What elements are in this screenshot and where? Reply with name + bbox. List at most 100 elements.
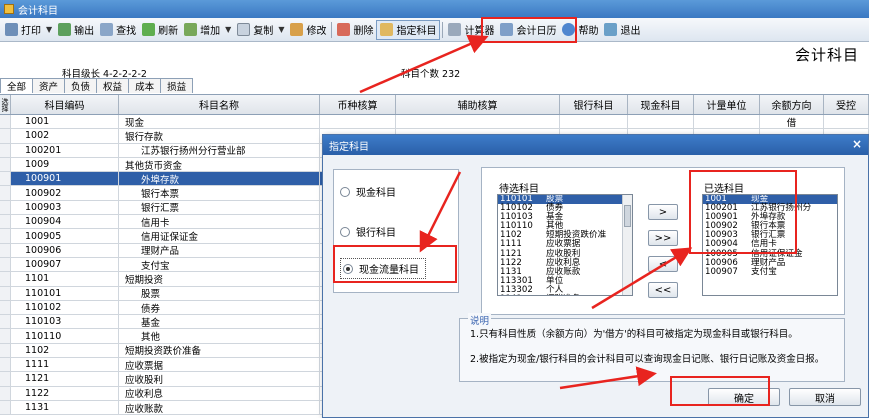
add-label: 增加 [200,26,221,37]
designate-icon [380,23,394,36]
row-select-cell[interactable] [0,343,11,358]
radio-circle [340,186,350,197]
row-select-cell[interactable] [0,157,11,172]
row-select-cell[interactable] [0,129,11,143]
radio-cash-subject[interactable]: 现金科目 [340,184,396,199]
cell-empty [628,115,694,129]
row-select-cell[interactable] [0,272,11,286]
row-select-cell[interactable] [0,372,11,386]
calendar-button[interactable]: 会计日历 [497,20,559,40]
row-select-cell[interactable] [0,115,11,129]
move-all-left-button[interactable]: << [648,282,678,298]
toolbar-divider [442,21,444,38]
find-label: 查找 [116,26,137,37]
radio-circle [340,226,350,237]
select-column-header: 选择 [0,95,11,114]
refresh-button[interactable]: 刷新 [139,20,181,40]
tab-assets[interactable]: 资产 [32,78,66,93]
help-button[interactable]: 帮助 [559,20,601,40]
row-select-cell[interactable] [0,400,11,415]
cell-code: 1002 [11,129,119,143]
tab-equity[interactable]: 权益 [96,78,130,93]
cell-name: 理财产品 [119,243,320,257]
header-currency[interactable]: 币种核算 [320,95,396,114]
tab-all[interactable]: 全部 [0,78,34,93]
add-dropdown-icon[interactable]: ▼ [225,25,231,34]
copy-button[interactable]: 复制 [234,20,276,40]
row-select-cell[interactable] [0,172,11,186]
header-name[interactable]: 科目名称 [119,95,320,114]
scroll-thumb[interactable] [624,205,631,227]
row-select-cell[interactable] [0,257,11,272]
selected-subject-list[interactable]: 1001 现金 100201 江苏银行扬州分 100901 外埠存款 100902 银行本票 1… [702,194,838,296]
header-auxiliary[interactable]: 辅助核算 [396,95,560,114]
cancel-button[interactable]: 取消 [789,388,861,406]
header-code[interactable]: 科目编码 [11,95,119,114]
list-item[interactable]: 1141 坏账准备 [500,294,580,295]
delete-button[interactable]: 删除 [334,20,376,40]
row-select-cell[interactable] [0,315,11,329]
tab-liabilities[interactable]: 负债 [64,78,98,93]
edit-button[interactable]: 修改 [287,20,329,40]
row-select-cell[interactable] [0,200,11,215]
candidate-list-items: 110101 股票 110102 债券 110103 基金 110110 其他 1102 短期投资… [498,195,632,295]
print-button[interactable]: 打印 [2,20,44,40]
print-dropdown-icon[interactable]: ▼ [46,25,52,34]
candidate-scrollbar[interactable] [622,195,632,295]
row-select-cell[interactable] [0,215,11,229]
cell-code: 1121 [11,372,119,386]
row-select-cell[interactable] [0,229,11,243]
cell-name: 银行汇票 [119,200,320,215]
cell-code: 100907 [11,257,119,272]
calculator-label: 计算器 [464,26,495,37]
copy-label: 复制 [253,26,274,37]
row-select-cell[interactable] [0,243,11,257]
cell-name: 债券 [119,300,320,315]
add-button[interactable]: 增加 [181,20,223,40]
cell-code: 100201 [11,143,119,157]
header-unit[interactable]: 计量单位 [694,95,760,114]
export-label: 输出 [74,26,95,37]
cell-name: 其他货币资金 [119,157,320,172]
cell-code: 110110 [11,329,119,343]
header-bank[interactable]: 银行科目 [560,95,628,114]
delete-label: 删除 [353,26,374,37]
calculator-button[interactable]: 计算器 [445,20,497,40]
row-select-cell[interactable] [0,329,11,343]
table-row[interactable]: 1001 现金 借 [0,115,869,130]
radio-label: 现金科目 [356,188,396,199]
help-label: 帮助 [578,26,599,37]
row-select-cell[interactable] [0,358,11,372]
exit-icon [604,23,618,36]
move-all-right-button[interactable]: >> [648,230,678,246]
row-select-cell[interactable] [0,286,11,300]
help-icon [562,23,576,36]
list-item[interactable]: 100907 支付宝 [703,267,837,277]
candidate-subject-list[interactable]: 110101 股票 110102 债券 110103 基金 110110 其他 1102 短期投资… [497,194,633,296]
header-balance[interactable]: 余额方向 [760,95,824,114]
window-title: 会计科目 [18,5,58,17]
exit-button[interactable]: 退出 [601,20,643,40]
move-left-button[interactable]: < [648,256,678,272]
cell-name: 应收票据 [119,358,320,372]
radio-cashflow-subject[interactable]: 现金流量科目 [340,258,426,279]
radio-bank-subject[interactable]: 银行科目 [340,224,396,239]
cell-code: 100904 [11,215,119,229]
header-cash[interactable]: 现金科目 [628,95,694,114]
row-select-cell[interactable] [0,300,11,315]
close-icon[interactable]: × [852,137,862,151]
row-select-cell[interactable] [0,386,11,400]
move-right-button[interactable]: > [648,204,678,220]
ok-button[interactable]: 确定 [708,388,780,406]
export-button[interactable]: 输出 [55,20,97,40]
row-select-cell[interactable] [0,186,11,200]
row-select-cell[interactable] [0,143,11,157]
radio-circle-checked [343,263,353,274]
copy-dropdown-icon[interactable]: ▼ [278,25,284,34]
cell-code: 100906 [11,243,119,257]
tab-cost[interactable]: 成本 [128,78,162,93]
designate-subject-button[interactable]: 指定科目 [376,19,441,40]
tab-profit-loss[interactable]: 损益 [160,78,194,93]
find-button[interactable]: 查找 [97,20,139,40]
header-controlled[interactable]: 受控 [824,95,869,114]
